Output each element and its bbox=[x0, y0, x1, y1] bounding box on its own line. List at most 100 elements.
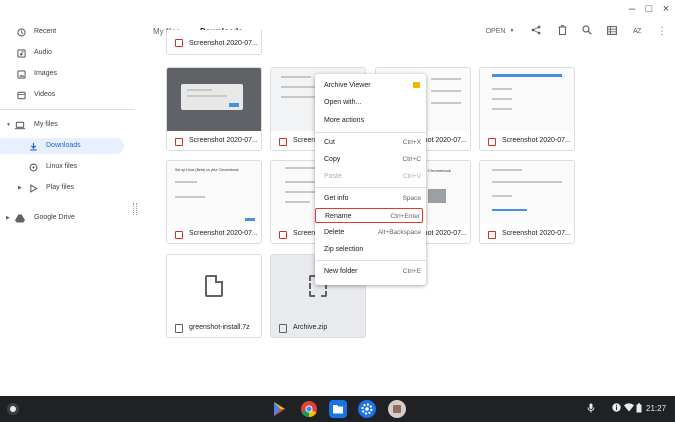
download-icon bbox=[28, 141, 38, 151]
menu-item-new-folder[interactable]: New folder Ctrl+E bbox=[315, 264, 426, 279]
menu-item-rename[interactable]: Rename Ctrl+Enter bbox=[315, 208, 423, 223]
search-button[interactable] bbox=[580, 24, 594, 38]
sort-label: AZ bbox=[633, 27, 641, 35]
maximize-button[interactable]: □ bbox=[643, 3, 655, 15]
file-name: Screenshot 2020-07... bbox=[502, 230, 571, 237]
sidebar-item-downloads[interactable]: Downloads bbox=[0, 138, 124, 154]
sidebar-item-play-files[interactable]: Play files bbox=[0, 180, 124, 196]
menu-item-label: Copy bbox=[324, 156, 341, 163]
menu-item-shortcut: Ctrl+Enter bbox=[390, 213, 420, 220]
menu-item-label: Archive Viewer bbox=[324, 82, 371, 89]
close-button[interactable]: × bbox=[660, 3, 672, 15]
info-icon[interactable] bbox=[612, 403, 621, 414]
share-button[interactable] bbox=[529, 24, 543, 38]
file-card[interactable]: Screenshot 2020-07... bbox=[479, 160, 575, 244]
sidebar-item-audio[interactable]: Audio bbox=[0, 45, 124, 61]
wifi-icon[interactable] bbox=[624, 403, 634, 414]
sidebar-item-google-drive[interactable]: Google Drive bbox=[0, 210, 124, 226]
battery-icon[interactable] bbox=[636, 403, 642, 415]
file-icon bbox=[205, 275, 223, 297]
sidebar-divider bbox=[0, 109, 135, 110]
menu-item-label: Open with... bbox=[324, 99, 362, 106]
linux-icon bbox=[28, 162, 38, 172]
file-name: Screenshot 2020-07... bbox=[189, 137, 258, 144]
settings-app-icon[interactable] bbox=[358, 400, 376, 418]
thumbnail bbox=[167, 68, 261, 131]
menu-item-cut[interactable]: Cut Ctrl+X bbox=[315, 135, 426, 150]
thumbnail bbox=[167, 255, 261, 318]
trash-icon bbox=[558, 25, 567, 37]
play-icon bbox=[28, 183, 38, 193]
menu-item-get-info[interactable]: Get info Space bbox=[315, 191, 426, 206]
chrome-app-icon[interactable] bbox=[300, 400, 318, 418]
more-menu-button[interactable]: ⋮ bbox=[656, 24, 668, 38]
sidebar-item-images[interactable]: Images bbox=[0, 66, 124, 82]
sidebar-item-label: My files bbox=[34, 121, 58, 128]
file-name: greenshot-install.7z bbox=[189, 324, 250, 331]
menu-item-delete[interactable]: Delete Alt+Backspace bbox=[315, 225, 426, 240]
context-menu: Archive Viewer Open with... More actions… bbox=[315, 74, 426, 285]
thumb-text: Set up Linux (Beta) on your Chromebook bbox=[175, 168, 239, 172]
archive-viewer-icon bbox=[413, 82, 420, 88]
menu-item-label: Cut bbox=[324, 139, 335, 146]
zip-file-icon bbox=[279, 324, 287, 333]
video-icon bbox=[16, 90, 26, 100]
sidebar-item-label: Audio bbox=[34, 49, 52, 56]
sidebar-item-videos[interactable]: Videos bbox=[0, 87, 124, 103]
launcher-button[interactable] bbox=[7, 403, 19, 415]
sort-button[interactable]: AZ bbox=[629, 24, 645, 38]
play-store-app-icon[interactable] bbox=[270, 400, 288, 418]
menu-item-copy[interactable]: Copy Ctrl+C bbox=[315, 152, 426, 167]
file-card[interactable]: Set up Linux (Beta) on your Chromebook S… bbox=[166, 160, 262, 244]
title-bar: – □ × bbox=[0, 0, 675, 20]
menu-item-archive-viewer[interactable]: Archive Viewer bbox=[315, 78, 426, 93]
list-view-icon bbox=[607, 25, 617, 37]
menu-item-label: Rename bbox=[325, 213, 352, 220]
menu-item-label: Paste bbox=[324, 173, 342, 180]
archive-file-icon bbox=[175, 324, 183, 333]
sidebar-item-my-files[interactable]: My files bbox=[0, 117, 124, 133]
menu-separator bbox=[315, 187, 426, 188]
menu-item-shortcut: Ctrl+E bbox=[402, 268, 421, 275]
open-label: OPEN bbox=[485, 27, 506, 35]
file-card[interactable]: Screenshot 2020-07... bbox=[166, 67, 262, 151]
file-card[interactable]: Screenshot 2020-07... bbox=[166, 30, 262, 55]
image-file-icon bbox=[175, 39, 183, 47]
menu-item-zip-selection[interactable]: Zip selection bbox=[315, 242, 426, 257]
search-icon bbox=[582, 25, 592, 37]
file-name: Screenshot 2020-07... bbox=[502, 137, 571, 144]
delete-button[interactable] bbox=[555, 24, 569, 38]
dropdown-arrow-icon: ▼ bbox=[509, 28, 515, 34]
list-view-button[interactable] bbox=[605, 24, 619, 38]
menu-item-open-with[interactable]: Open with... bbox=[315, 95, 426, 110]
sidebar-item-recent[interactable]: Recent bbox=[0, 24, 124, 40]
sidebar-item-label: Google Drive bbox=[34, 214, 75, 221]
menu-item-shortcut: Alt+Backspace bbox=[377, 229, 421, 236]
sidebar-item-linux-files[interactable]: Linux files bbox=[0, 159, 124, 175]
clock-time[interactable]: 21:27 bbox=[646, 404, 666, 413]
menu-item-more-actions[interactable]: More actions bbox=[315, 113, 426, 128]
share-icon bbox=[531, 25, 541, 37]
menu-item-label: Zip selection bbox=[324, 246, 364, 253]
file-card[interactable]: greenshot-install.7z bbox=[166, 254, 262, 338]
file-card[interactable]: Screenshot 2020-07... bbox=[479, 67, 575, 151]
clock-icon bbox=[16, 27, 26, 37]
sidebar-item-label: Videos bbox=[34, 91, 56, 98]
menu-item-shortcut: Ctrl+C bbox=[402, 156, 421, 163]
menu-item-label: Get info bbox=[324, 195, 349, 202]
minimize-button[interactable]: – bbox=[626, 3, 638, 15]
thumbnail bbox=[480, 161, 574, 224]
sidebar-item-label: Downloads bbox=[46, 142, 81, 149]
shelf: 21:27 bbox=[0, 396, 675, 422]
file-name: Archive.zip bbox=[293, 324, 328, 331]
image-file-icon bbox=[279, 231, 287, 239]
audio-icon bbox=[16, 48, 26, 58]
sidebar-item-label: Images bbox=[34, 70, 57, 77]
resize-handle[interactable] bbox=[133, 203, 137, 215]
files-app-icon[interactable] bbox=[329, 400, 347, 418]
menu-item-label: New folder bbox=[324, 268, 358, 275]
open-button[interactable]: OPEN ▼ bbox=[485, 24, 515, 38]
microphone-icon[interactable] bbox=[587, 403, 595, 415]
image-file-icon bbox=[175, 138, 183, 146]
greenshot-app-icon[interactable] bbox=[388, 400, 406, 418]
